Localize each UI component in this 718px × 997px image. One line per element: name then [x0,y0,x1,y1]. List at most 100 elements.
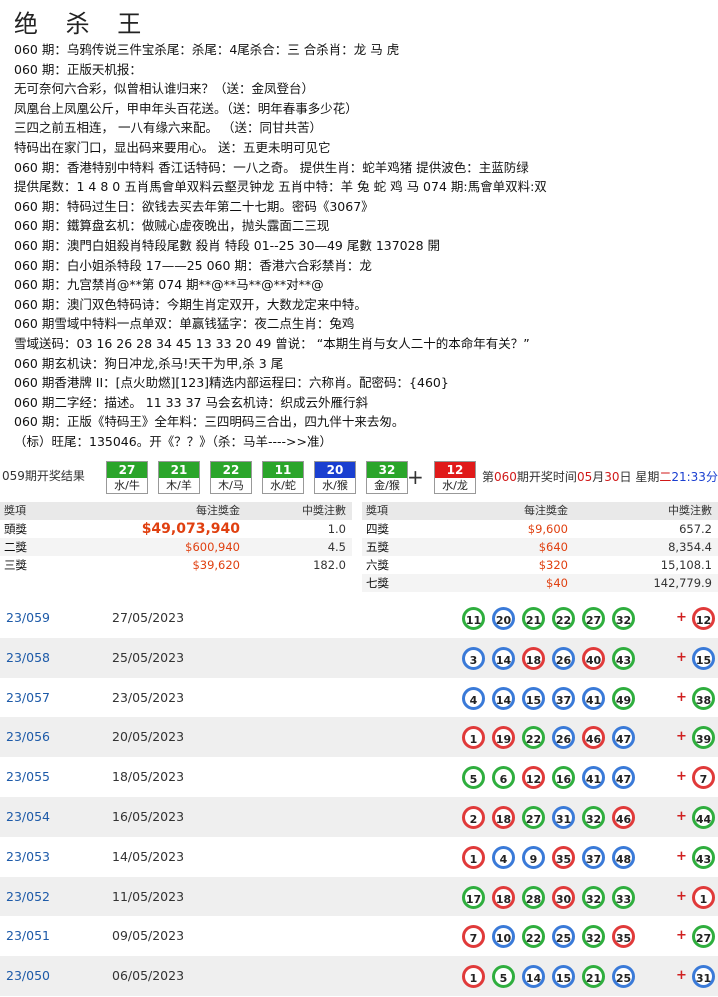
result-ball: 22 [522,925,545,949]
prize-row: 二獎 $600,940 4.5 [0,538,352,556]
result-ball: 17 [462,885,485,909]
result-plus: + [676,729,687,745]
prize-row: 頭獎 $49,073,940 1.0 [0,520,352,538]
result-ball: 32 [612,607,635,630]
prize-amount: $320 [538,558,568,572]
result-row: 23/050 06/05/2023 1 5 14 15 21 25 +31 [0,956,718,996]
tip-line: 060 期：鐵算盘玄机：做贼心虚夜晚出，抛头露面二三现 [14,218,330,234]
result-issue-link[interactable]: 23/057 [6,690,50,705]
result-date: 27/05/2023 [112,610,185,625]
prize-count: 1.0 [327,522,346,536]
result-date: 20/05/2023 [112,729,185,745]
prize-header: 獎項 每注獎金 中獎注數 [0,502,352,520]
result-ball: 1 [462,965,485,989]
result-special-ball: 38 [692,686,715,710]
prize-name: 七獎 [366,576,389,590]
result-issue-link[interactable]: 23/053 [6,849,50,864]
result-ball: 1 [462,726,485,750]
result-ball: 18 [492,885,515,909]
result-row: 23/051 09/05/2023 7 10 22 25 32 35 +27 [0,916,718,956]
result-ball: 32 [582,925,605,949]
result-special-ball: 44 [692,805,715,829]
result-ball: 5 [492,965,515,989]
result-ball: 47 [612,726,635,750]
result-ball: 31 [552,805,575,829]
result-special-ball: 1 [692,885,715,909]
prize-row: 四獎 $9,600 657.2 [362,520,718,538]
result-plus: + [676,769,687,785]
result-ball: 32 [582,805,605,829]
result-ball: 40 [582,646,605,670]
result-ball: 6 [492,766,515,790]
result-ball: 2 [462,805,485,829]
result-issue-link[interactable]: 23/050 [6,968,50,983]
results-list: 23/059 27/05/2023 11 20 21 22 27 32 +12 23/058 25/… [0,598,718,996]
result-row: 23/053 14/05/2023 1 4 9 35 37 48 +43 [0,837,718,877]
draw-info: 第060期开奖时间05月30日 星期二21:33分 [482,470,718,484]
prize-count: 182.0 [313,558,346,572]
result-ball: 27 [582,607,605,630]
result-issue-link[interactable]: 23/055 [6,769,50,784]
result-ball: 1 [462,845,485,869]
tip-line: （标）旺尾：135046。开《？？》（杀：马羊---->>准） [14,433,332,449]
result-plus: + [676,888,687,904]
prize-count: 4.5 [327,540,346,554]
result-plus: + [676,808,687,824]
result-row: 23/056 20/05/2023 1 19 22 26 46 47 +39 [0,717,718,758]
tip-line: 特码出在家门口，显出码来要用心。 送：五更未明可见它 [14,139,331,155]
result-ball: 9 [522,845,545,869]
tip-line: 060 期二字经：描述。 11 33 37 马会玄机诗：织成云外雁行斜 [14,394,368,410]
result-issue-link[interactable]: 23/056 [6,729,50,744]
ball-number: 20 [315,462,355,478]
result-ball: 4 [462,686,485,710]
result-row: 23/055 18/05/2023 5 6 12 16 41 47 +7 [0,757,718,797]
draw-ball: 21 木/羊 [158,461,200,494]
result-ball: 43 [612,646,635,670]
result-ball: 14 [492,686,515,710]
result-ball: 20 [492,607,515,630]
prize-amount: $40 [546,576,568,590]
result-ball: 35 [612,925,635,949]
result-ball: 37 [552,686,575,710]
result-ball: 5 [462,766,485,790]
result-ball: 35 [552,845,575,869]
tip-lines: 060 期：乌鸦传说三件宝杀尾：杀尾：4尾杀合：三 合杀肖：龙 马 虎 060 期… [14,40,714,451]
result-issue-link[interactable]: 23/058 [6,650,50,665]
result-ball: 15 [522,686,545,710]
ball-zodiac: 水/猴 [322,479,348,492]
result-issue-link[interactable]: 23/051 [6,928,50,943]
result-ball: 48 [612,845,635,869]
result-row: 23/057 23/05/2023 4 14 15 37 41 49 +38 [0,678,718,718]
result-ball: 25 [552,925,575,949]
prize-header: 獎項 每注獎金 中獎注數 [362,502,718,520]
result-ball: 41 [582,686,605,710]
result-date: 18/05/2023 [112,769,185,785]
ball-zodiac: 水/龙 [442,479,468,492]
prize-amount: $9,600 [527,522,568,536]
result-ball: 11 [462,607,485,630]
prize-table: 獎項 每注獎金 中獎注數 頭獎 $49,073,940 1.0 二獎 $600,940 4… [0,502,718,594]
result-ball: 28 [522,885,545,909]
result-ball: 46 [612,805,635,829]
result-special-ball: 15 [692,646,715,670]
result-ball: 41 [582,766,605,790]
result-issue-link[interactable]: 23/052 [6,889,50,904]
result-ball: 21 [522,607,545,630]
result-special-ball: 27 [692,925,715,949]
ball-zodiac: 金/猴 [374,479,400,492]
result-special-ball: 31 [692,965,715,989]
result-date: 14/05/2023 [112,848,185,864]
ball-zodiac: 水/蛇 [270,479,296,492]
prize-name: 六獎 [366,558,389,572]
prize-amount: $640 [538,540,568,554]
result-ball: 18 [492,805,515,829]
result-issue-link[interactable]: 23/054 [6,809,50,824]
ball-zodiac: 水/牛 [114,479,140,492]
ball-number: 12 [435,462,475,478]
tip-line: 三四之前五相连， 一八有缘六来配。 （送：同甘共苦） [14,120,322,136]
prize-row: 七獎 $40 142,779.9 [362,574,718,592]
prize-count: 657.2 [679,522,712,536]
result-date: 16/05/2023 [112,808,185,824]
result-ball: 32 [582,885,605,909]
result-issue-link[interactable]: 23/059 [6,610,50,625]
